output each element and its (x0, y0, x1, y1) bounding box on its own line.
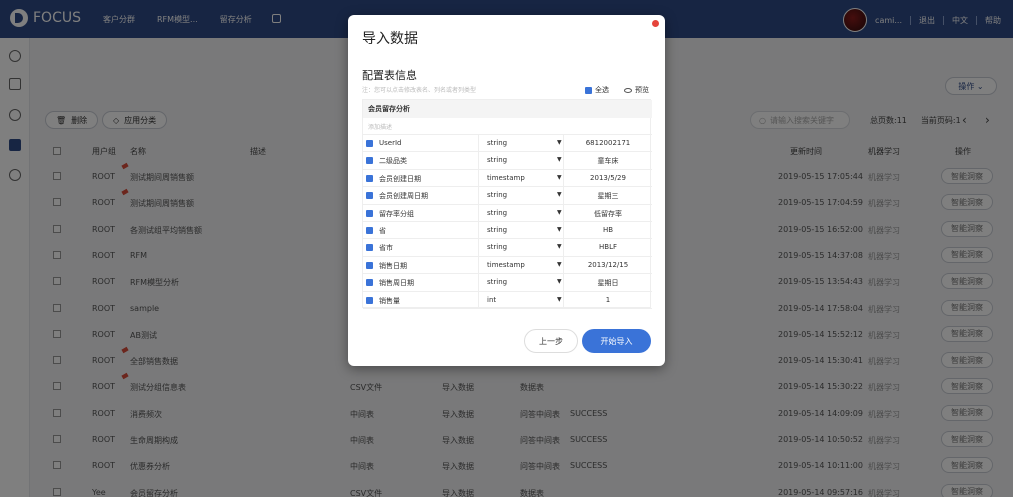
field-name[interactable]: 会员创建日期 (379, 174, 421, 184)
field-type-select[interactable]: string (478, 274, 564, 292)
field-sample-value: HBLF (599, 243, 617, 252)
field-checkbox[interactable] (366, 209, 373, 217)
field-type-value: string (487, 156, 508, 165)
field-sample-value: 2013/5/29 (590, 173, 626, 182)
field-row: 二级品类 string ▼ 童车床 (363, 152, 652, 170)
field-row: 销售量 int ▼ 1 (363, 291, 652, 309)
caret-down-icon[interactable]: ▼ (557, 278, 562, 285)
field-checkbox[interactable] (366, 140, 373, 147)
field-type-value: timestamp (487, 260, 525, 269)
field-checkbox[interactable] (366, 261, 373, 269)
field-type-value: string (487, 191, 508, 200)
field-name[interactable]: 省市 (379, 243, 393, 253)
field-checkbox[interactable] (366, 296, 373, 304)
field-type-value: timestamp (487, 173, 525, 182)
field-type-value: string (487, 208, 508, 217)
prev-step-button[interactable]: 上一步 (524, 329, 578, 353)
field-type-select[interactable]: string (478, 204, 564, 222)
caret-down-icon[interactable]: ▼ (557, 139, 562, 146)
field-row: 销售周日期 string ▼ 星期日 (363, 274, 652, 292)
field-checkbox[interactable] (366, 174, 373, 182)
field-type-select[interactable]: int (478, 291, 564, 309)
field-sample-value: 2013/12/15 (587, 260, 629, 269)
eye-icon (624, 87, 632, 93)
description-input[interactable]: 添加描述 (363, 118, 652, 135)
field-sample-value: 童车床 (597, 157, 619, 166)
field-row: UserId string ▼ 6812002171 (363, 135, 652, 153)
modal-subtitle: 配置表信息 (362, 69, 417, 82)
caret-down-icon[interactable]: ▼ (557, 174, 562, 181)
table-name-field[interactable]: 会员留存分析 (363, 100, 652, 118)
field-name[interactable]: 销售量 (379, 296, 400, 306)
field-checkbox[interactable] (366, 244, 373, 252)
import-data-modal: 导入数据 配置表信息 注：您可以点击修改表名、列名或者列类型 全选 预览 会员留… (348, 15, 665, 366)
caret-down-icon[interactable]: ▼ (557, 209, 562, 216)
field-type-value: string (487, 139, 508, 147)
field-type-select[interactable]: string (478, 152, 564, 170)
field-row: 销售日期 timestamp ▼ 2013/12/15 (363, 256, 652, 275)
caret-down-icon[interactable]: ▼ (557, 191, 562, 198)
modal-title: 导入数据 (362, 31, 418, 47)
field-name[interactable]: 留存率分组 (379, 209, 414, 219)
field-checkbox[interactable] (366, 227, 373, 234)
field-type-value: string (487, 243, 508, 252)
field-type-select[interactable]: timestamp (478, 169, 564, 187)
caret-down-icon[interactable]: ▼ (557, 156, 562, 163)
field-row: 省 string ▼ HB (363, 222, 652, 240)
field-type-value: int (487, 295, 497, 304)
preview-toggle[interactable]: 预览 (624, 85, 649, 95)
field-type-select[interactable]: string (478, 239, 564, 257)
modal-note: 注：您可以点击修改表名、列名或者列类型 (362, 87, 477, 94)
field-name[interactable]: 会员创建周日期 (379, 191, 428, 201)
preview-label: 预览 (635, 86, 649, 94)
caret-down-icon[interactable]: ▼ (557, 296, 562, 303)
caret-down-icon[interactable]: ▼ (557, 243, 562, 250)
field-type-select[interactable]: string (478, 187, 564, 205)
field-checkbox[interactable] (366, 279, 373, 287)
field-sample-value: HB (602, 226, 614, 234)
field-type-select[interactable]: string (478, 222, 564, 239)
field-name[interactable]: 销售周日期 (379, 278, 414, 288)
field-row: 会员创建日期 timestamp ▼ 2013/5/29 (363, 169, 652, 188)
field-sample-value: 低留存率 (594, 209, 622, 218)
field-checkbox[interactable] (366, 192, 373, 200)
select-all-toggle[interactable]: 全选 (585, 85, 609, 95)
caret-down-icon[interactable]: ▼ (557, 261, 562, 268)
field-checkbox[interactable] (366, 157, 373, 165)
field-name[interactable]: UserId (379, 139, 401, 147)
field-name[interactable]: 销售日期 (379, 261, 407, 271)
field-row: 留存率分组 string ▼ 低留存率 (363, 204, 652, 222)
field-sample-value: 1 (605, 295, 611, 304)
select-all-label: 全选 (595, 86, 609, 94)
field-type-select[interactable]: timestamp (478, 256, 564, 274)
field-name[interactable]: 二级品类 (379, 156, 407, 166)
field-type-value: string (487, 278, 508, 287)
caret-down-icon[interactable]: ▼ (557, 226, 562, 233)
field-sample-value: 星期日 (597, 279, 619, 288)
checkbox-checked-icon (585, 86, 592, 94)
field-table: 会员留存分析 添加描述 UserId string ▼ 6812002171 二级品类 s… (362, 99, 652, 309)
field-sample-value: 6812002171 (585, 139, 631, 147)
field-row: 会员创建周日期 string ▼ 星期三 (363, 187, 652, 205)
field-name[interactable]: 省 (379, 226, 386, 236)
close-icon[interactable] (652, 20, 659, 27)
start-import-button[interactable]: 开始导入 (582, 329, 651, 353)
field-sample-value: 星期三 (597, 192, 619, 201)
field-type-value: string (487, 226, 508, 234)
field-type-select[interactable]: string (478, 135, 564, 152)
field-row: 省市 string ▼ HBLF (363, 239, 652, 257)
